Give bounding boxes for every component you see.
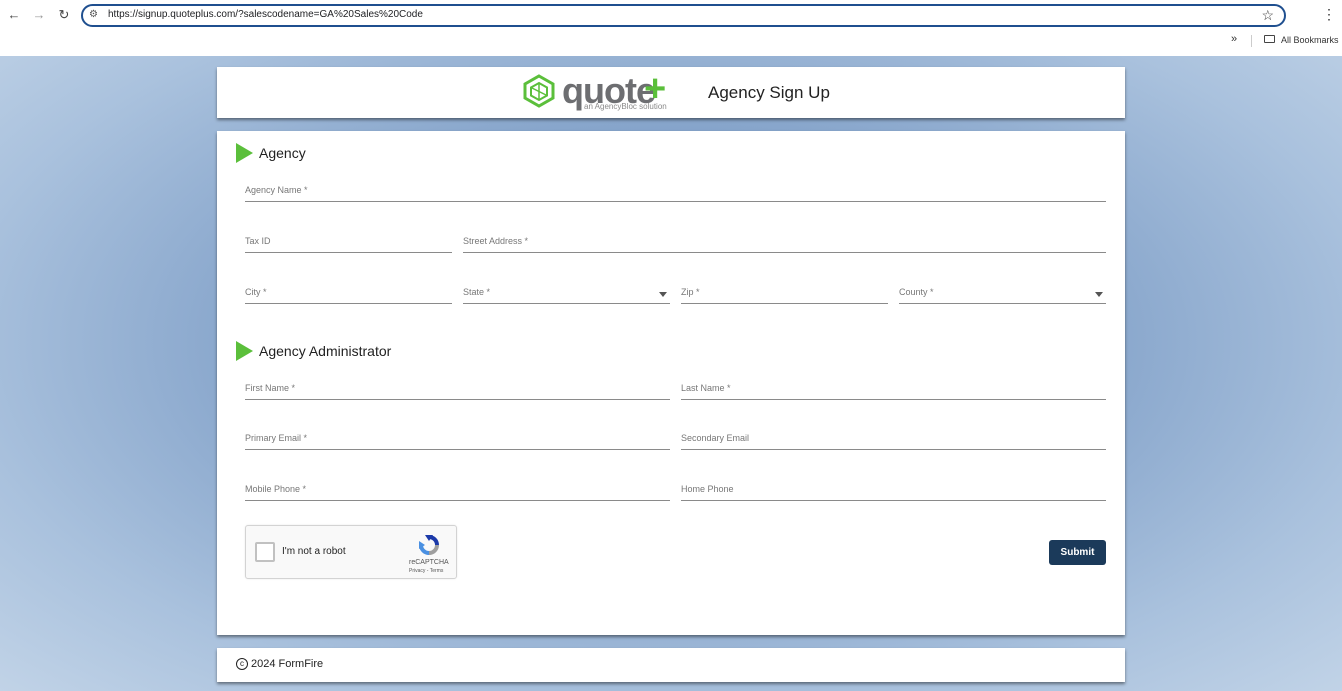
street-address-field[interactable]: Street Address * <box>463 233 1106 253</box>
forward-arrow-icon[interactable]: → <box>30 6 48 24</box>
url-text: https://signup.quoteplus.com/?salescoden… <box>108 9 423 20</box>
copyright-icon: c <box>236 658 248 670</box>
recaptcha-widget: I'm not a robot reCAPTCHA Privacy - Term… <box>245 525 457 579</box>
cube-logo-icon <box>523 74 555 108</box>
browser-menu-icon[interactable]: ⋮ <box>1322 6 1336 23</box>
back-arrow-icon[interactable]: ← <box>5 6 23 24</box>
recaptcha-privacy-terms-link[interactable]: Privacy - Terms <box>409 568 443 574</box>
play-triangle-icon <box>236 341 253 361</box>
city-field[interactable]: City * <box>245 284 452 304</box>
state-select[interactable]: State * <box>463 284 670 304</box>
recaptcha-checkbox[interactable] <box>255 542 275 562</box>
primary-email-label: Primary Email * <box>245 433 308 443</box>
mobile-phone-field[interactable]: Mobile Phone * <box>245 481 670 501</box>
primary-email-field[interactable]: Primary Email * <box>245 430 670 450</box>
last-name-field[interactable]: Last Name * <box>681 380 1106 400</box>
browser-chrome: ← → ↻ ⚙ https://signup.quoteplus.com/?sa… <box>0 0 1342 56</box>
tax-id-field[interactable]: Tax ID <box>245 233 452 253</box>
zip-label: Zip * <box>681 287 700 297</box>
footer-text: 2024 FormFire <box>251 658 324 670</box>
address-bar[interactable]: ⚙ https://signup.quoteplus.com/?salescod… <box>81 4 1286 27</box>
footer-copyright: c 2024 FormFire <box>236 658 323 670</box>
signup-form: Agency Agency Name * Tax ID Street Addre… <box>217 131 1125 635</box>
first-name-field[interactable]: First Name * <box>245 380 670 400</box>
secondary-email-field[interactable]: Secondary Email <box>681 430 1106 450</box>
admin-section-label: Agency Administrator <box>259 343 392 359</box>
logo-tagline: an AgencyBloc solution <box>584 102 667 111</box>
agency-section-title: Agency <box>236 143 306 163</box>
more-bookmarks-chevron-icon[interactable]: » <box>1231 33 1237 45</box>
all-bookmarks-link[interactable]: All Bookmarks <box>1281 35 1339 45</box>
home-phone-field[interactable]: Home Phone <box>681 481 1106 501</box>
home-phone-label: Home Phone <box>681 484 734 494</box>
state-label: State * <box>463 287 491 297</box>
county-select[interactable]: County * <box>899 284 1106 304</box>
chevron-down-icon <box>1095 292 1103 297</box>
reload-icon[interactable]: ↻ <box>55 6 73 24</box>
submit-button[interactable]: Submit <box>1049 540 1106 565</box>
city-label: City * <box>245 287 267 297</box>
agency-name-label: Agency Name * <box>245 185 308 195</box>
page-title: Agency Sign Up <box>708 83 830 102</box>
street-address-label: Street Address * <box>463 236 529 246</box>
quoteplus-logo: quote + an AgencyBloc solution <box>522 68 672 113</box>
header-card: quote + an AgencyBloc solution Agency Si… <box>217 67 1125 118</box>
agency-section-label: Agency <box>259 145 306 161</box>
tax-id-label: Tax ID <box>245 236 271 246</box>
bookmark-star-icon[interactable]: ☆ <box>1261 7 1274 24</box>
first-name-label: First Name * <box>245 383 296 393</box>
footer-card: c 2024 FormFire <box>217 648 1125 682</box>
last-name-label: Last Name * <box>681 383 731 393</box>
zip-field[interactable]: Zip * <box>681 284 888 304</box>
play-triangle-icon <box>236 143 253 163</box>
bookmark-separator <box>1251 35 1252 47</box>
county-label: County * <box>899 287 934 297</box>
admin-section-title: Agency Administrator <box>236 341 391 361</box>
recaptcha-brand: reCAPTCHA <box>409 559 449 566</box>
folder-icon <box>1264 35 1275 43</box>
site-info-icon[interactable]: ⚙ <box>89 9 98 20</box>
agency-name-field[interactable]: Agency Name * <box>245 182 1106 202</box>
recaptcha-label: I'm not a robot <box>282 546 346 557</box>
secondary-email-label: Secondary Email <box>681 433 750 443</box>
chevron-down-icon <box>659 292 667 297</box>
recaptcha-logo-icon <box>419 535 439 555</box>
mobile-phone-label: Mobile Phone * <box>245 484 307 494</box>
